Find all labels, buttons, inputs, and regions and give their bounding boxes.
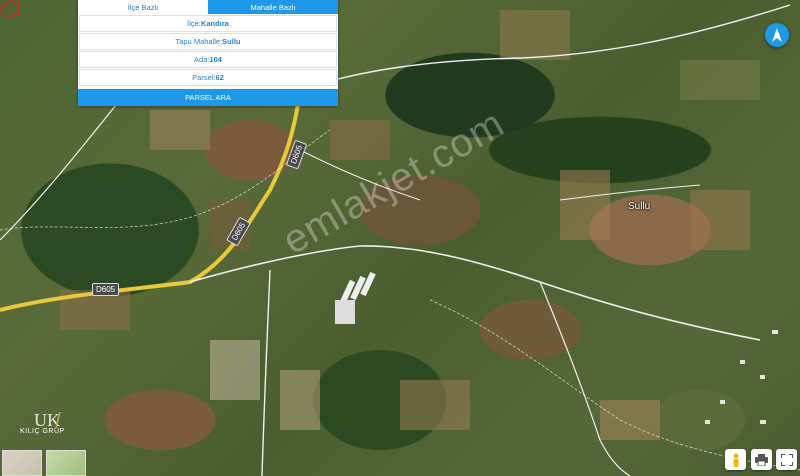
building bbox=[720, 400, 725, 404]
mahalle-value: Sullu bbox=[222, 37, 241, 46]
building bbox=[760, 375, 765, 379]
parcel-marker[interactable] bbox=[0, 0, 22, 18]
road-south bbox=[261, 269, 271, 476]
building bbox=[772, 330, 778, 334]
ada-field[interactable]: Ada: 104 bbox=[79, 51, 337, 68]
ada-value: 104 bbox=[209, 55, 222, 64]
building bbox=[740, 360, 745, 364]
layer-thumb-terrain[interactable] bbox=[46, 450, 86, 476]
road-sullu bbox=[559, 184, 701, 201]
road-north bbox=[299, 4, 791, 91]
search-tabs: İlçe Bazlı Mahalle Bazlı bbox=[78, 0, 338, 14]
road-west bbox=[0, 99, 121, 241]
tab-mahalle-bazli[interactable]: Mahalle Bazlı bbox=[208, 0, 338, 14]
parsel-ara-button[interactable]: PARSEL ARA bbox=[78, 89, 338, 106]
boundary-line bbox=[429, 299, 800, 471]
tab-ilce-bazli[interactable]: İlçe Bazlı bbox=[78, 0, 208, 14]
parcel-search-panel: İlçe Bazlı Mahalle Bazlı İlçe: Kandıra Ta… bbox=[78, 0, 338, 106]
pegman-glyph bbox=[733, 453, 738, 467]
parsel-value: 62 bbox=[215, 73, 224, 82]
layer-thumb-map[interactable] bbox=[2, 450, 42, 476]
parsel-label: Parsel: bbox=[192, 73, 216, 82]
compass-arrow bbox=[772, 28, 782, 42]
kilic-grup-logo: UK bbox=[34, 410, 61, 430]
parsel-field[interactable]: Parsel: 62 bbox=[79, 69, 337, 86]
ilce-field[interactable]: İlçe: Kandıra bbox=[79, 15, 337, 32]
print-icon[interactable] bbox=[751, 449, 772, 470]
road-southeast bbox=[539, 281, 631, 476]
fullscreen-glyph bbox=[780, 453, 793, 466]
print-glyph bbox=[755, 453, 768, 466]
mahalle-label: Tapu Mahalle: bbox=[175, 37, 223, 46]
road-label-d605: D605 bbox=[92, 283, 120, 296]
highway-d605 bbox=[0, 89, 302, 312]
ada-label: Ada: bbox=[194, 55, 210, 64]
boundary-line bbox=[0, 129, 331, 231]
mahalle-field[interactable]: Tapu Mahalle: Sullu bbox=[79, 33, 337, 50]
road-main bbox=[189, 245, 761, 341]
logo-text: KILIÇ GRUP bbox=[20, 428, 65, 435]
ilce-value: Kandıra bbox=[200, 19, 229, 28]
building bbox=[760, 420, 766, 424]
pegman-icon[interactable] bbox=[725, 449, 746, 470]
fullscreen-icon[interactable] bbox=[776, 449, 797, 470]
place-label-sullu: Sullu bbox=[628, 201, 651, 212]
building bbox=[335, 300, 355, 324]
compass-north-icon[interactable] bbox=[765, 23, 789, 47]
ilce-label: İlçe: bbox=[187, 19, 201, 28]
building bbox=[705, 420, 710, 424]
